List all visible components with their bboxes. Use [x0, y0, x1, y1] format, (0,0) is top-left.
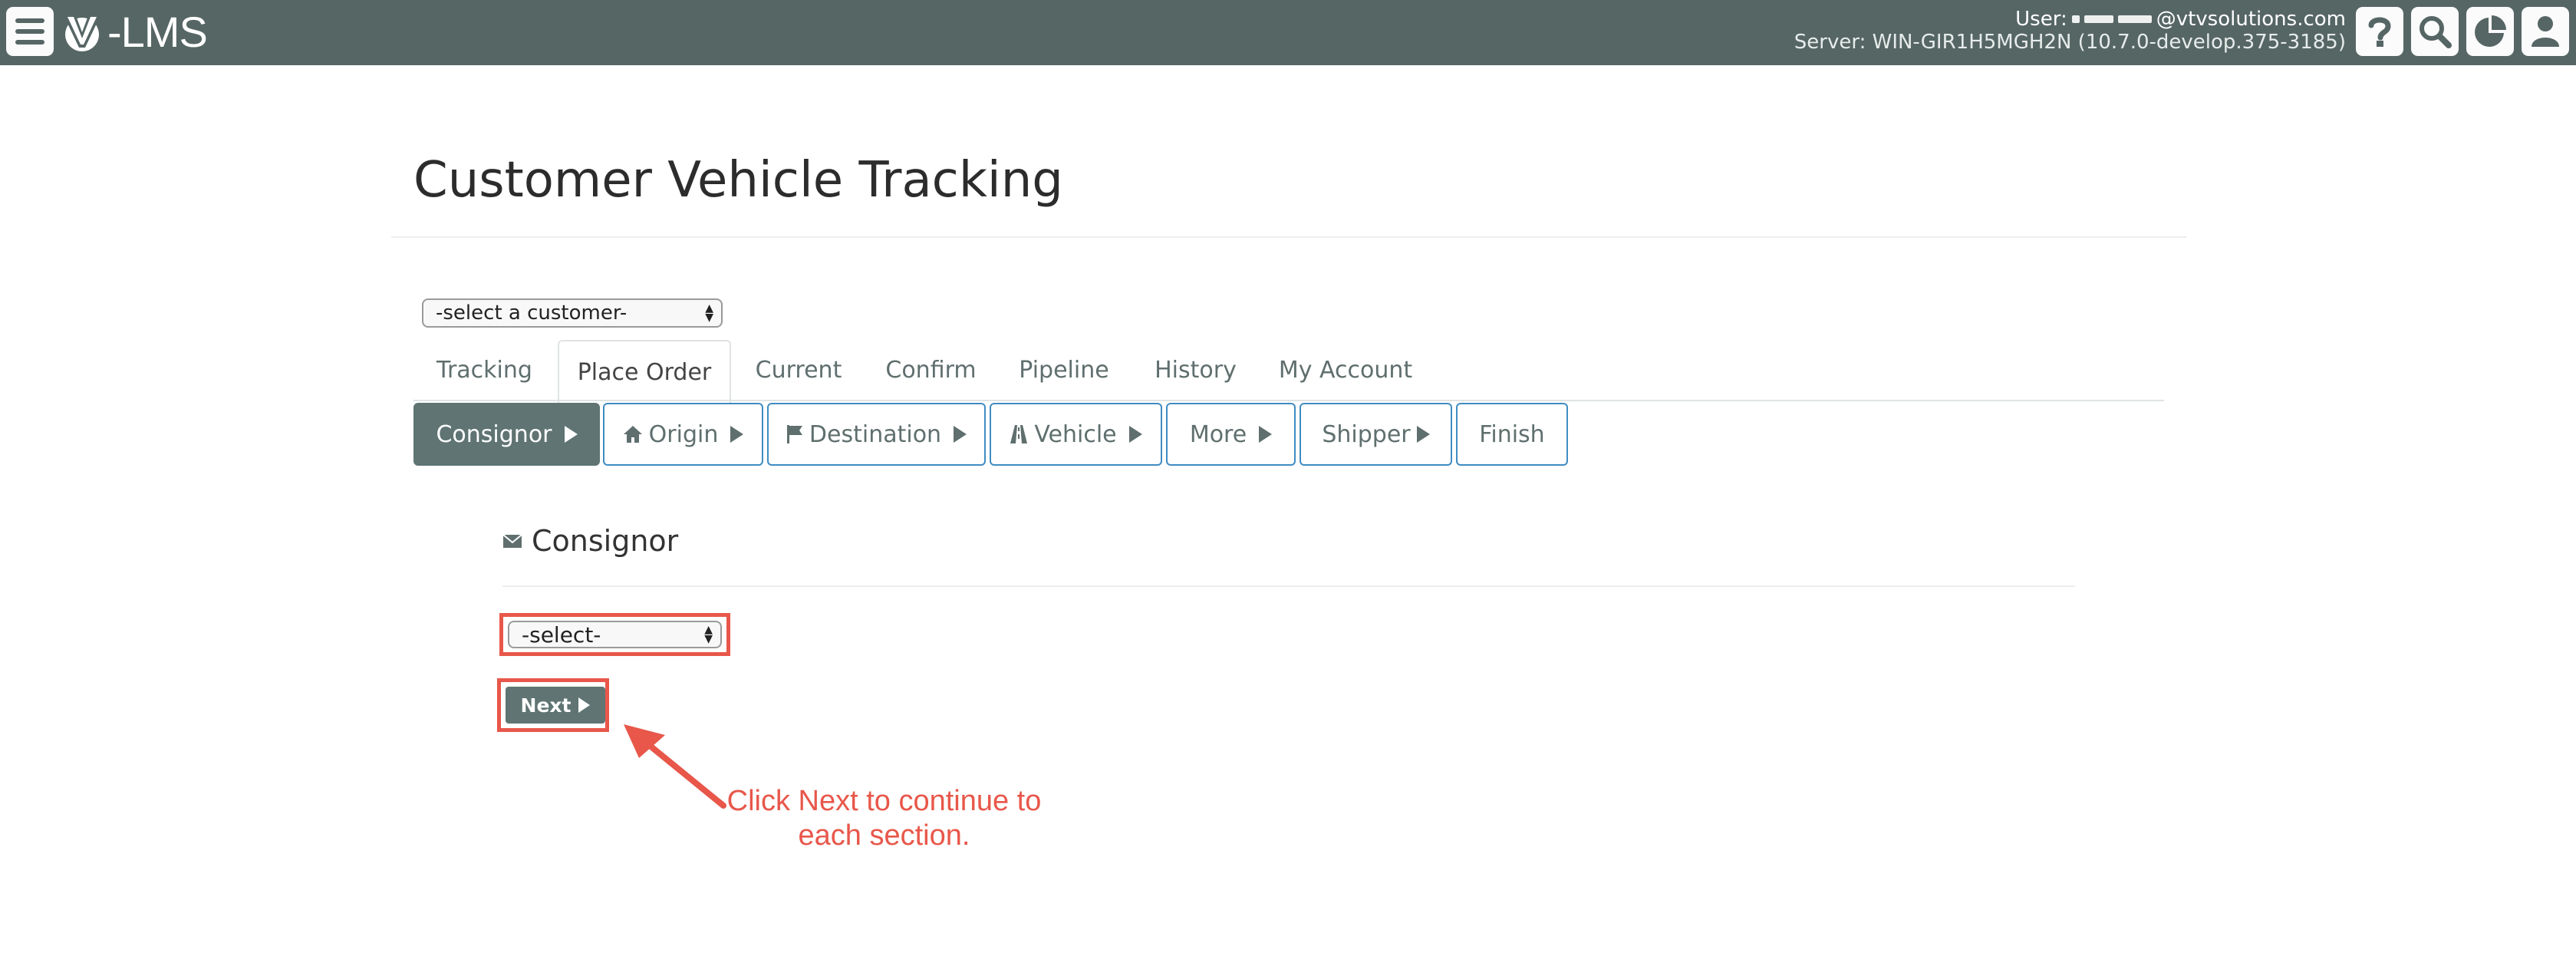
page-title: Customer Vehicle Tracking [413, 152, 1063, 209]
tab-label: Current [755, 356, 842, 384]
step-vehicle[interactable]: Vehicle [990, 403, 1162, 466]
tab-divider [413, 400, 2164, 401]
home-icon [623, 426, 642, 443]
user-info: User: @vtvsolutions.com Server: WIN-GIR1… [1794, 8, 2346, 54]
play-icon [1416, 426, 1430, 443]
tab-place-order[interactable]: Place Order [558, 340, 731, 403]
v-logo-icon [63, 14, 101, 51]
step-shipper[interactable]: Shipper [1300, 403, 1452, 466]
user-email-suffix: @vtvsolutions.com [2156, 8, 2346, 31]
envelope-icon [502, 534, 522, 548]
flag-icon [786, 425, 802, 443]
step-origin[interactable]: Origin [603, 403, 763, 466]
tab-current[interactable]: Current [735, 340, 862, 400]
annotation-line-1: Click Next to continue to [726, 785, 1042, 817]
tab-label: Pipeline [1019, 356, 1109, 384]
step-label: Destination [809, 420, 942, 448]
tab-label: Confirm [885, 356, 977, 384]
play-icon [1128, 426, 1142, 443]
tab-history[interactable]: History [1132, 340, 1259, 400]
annotation-text: Click Next to continue to each section. [710, 784, 1059, 853]
play-icon [954, 426, 967, 443]
road-icon [1010, 425, 1028, 443]
play-icon [1259, 426, 1273, 443]
tab-label: Tracking [436, 356, 532, 384]
play-icon [564, 426, 578, 443]
top-bar: -LMS User: @vtvsolutions.com Server: WIN… [0, 0, 2576, 65]
server-info: Server: WIN-GIR1H5MGH2N (10.7.0-develop.… [1794, 31, 2346, 54]
user-label: User: [2015, 8, 2067, 31]
step-label: Shipper [1322, 420, 1411, 448]
search-icon[interactable] [2411, 7, 2459, 56]
section-title: Consignor [532, 524, 679, 558]
step-label: Vehicle [1034, 420, 1117, 448]
step-label: Finish [1479, 420, 1545, 448]
play-icon [730, 426, 744, 443]
tab-label: Place Order [577, 358, 712, 386]
next-button[interactable]: Next [506, 687, 605, 724]
pie-chart-icon[interactable] [2466, 7, 2514, 56]
next-button-label: Next [520, 694, 572, 717]
redacted-text [2071, 15, 2080, 23]
consignor-select-value: -select- [522, 621, 601, 648]
annotation-line-2: each section. [798, 819, 970, 852]
help-icon[interactable] [2356, 7, 2403, 56]
tab-label: History [1155, 356, 1237, 384]
tab-label: My Account [1278, 356, 1413, 384]
tab-pipeline[interactable]: Pipeline [1000, 340, 1128, 400]
app-logo[interactable]: -LMS [60, 6, 208, 57]
select-arrows-icon: ▲ ▼ [705, 302, 713, 324]
tab-tracking[interactable]: Tracking [413, 340, 555, 400]
step-label: Origin [648, 420, 719, 448]
select-arrows-icon: ▲ ▼ [704, 624, 713, 645]
redacted-text [2117, 15, 2152, 23]
tab-confirm[interactable]: Confirm [866, 340, 996, 400]
consignor-select[interactable]: -select- ▲ ▼ [508, 621, 722, 648]
user-line: User: @vtvsolutions.com [1794, 8, 2346, 31]
play-icon [578, 697, 591, 713]
redacted-text [2084, 15, 2113, 23]
divider [391, 236, 2186, 238]
menu-icon[interactable] [6, 7, 54, 56]
step-label: Consignor [436, 420, 552, 448]
divider [502, 585, 2075, 587]
step-destination[interactable]: Destination [767, 403, 986, 466]
customer-select-value: -select a customer- [436, 302, 628, 325]
user-icon[interactable] [2522, 7, 2569, 56]
tab-my-account[interactable]: My Account [1263, 340, 1428, 400]
customer-select[interactable]: -select a customer- ▲ ▼ [422, 298, 723, 328]
section-header: Consignor [502, 524, 678, 558]
step-label: More [1189, 420, 1247, 448]
step-consignor[interactable]: Consignor [413, 403, 600, 466]
step-finish[interactable]: Finish [1456, 403, 1568, 466]
step-more[interactable]: More [1166, 403, 1296, 466]
app-name: -LMS [107, 7, 208, 56]
